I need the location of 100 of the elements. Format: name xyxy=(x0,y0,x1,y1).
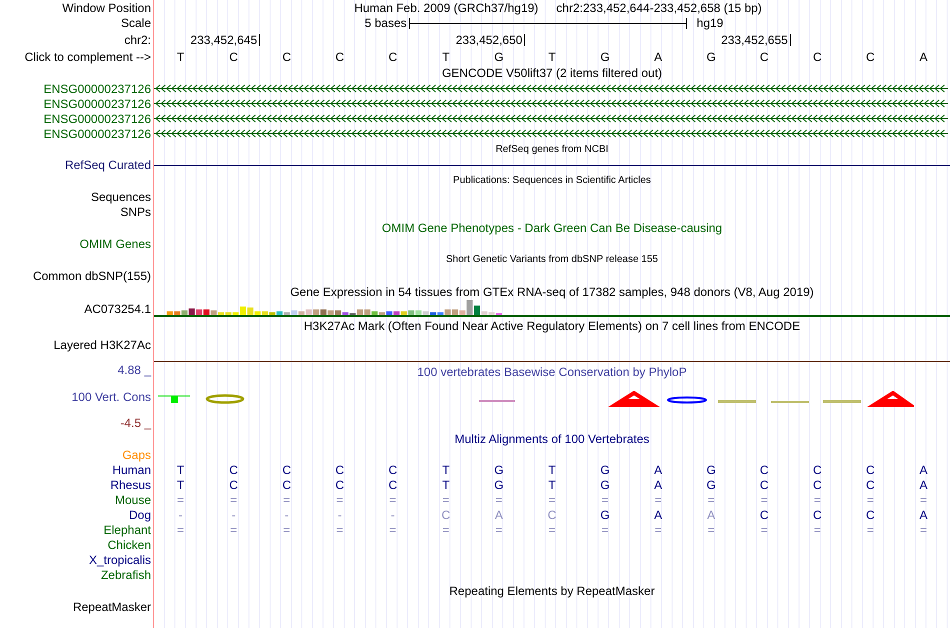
base-letter[interactable]: A xyxy=(632,50,685,64)
aligned-base: A xyxy=(653,462,664,476)
base-letter[interactable]: T xyxy=(154,50,208,64)
base-letter[interactable]: C xyxy=(260,50,314,64)
aligned-base: C xyxy=(440,508,452,522)
track-label[interactable]: Human xyxy=(112,462,151,476)
base-letter[interactable]: C xyxy=(738,50,791,64)
aligned-base: C xyxy=(334,462,346,476)
track-title: RefSeq genes from NCBI xyxy=(496,142,608,156)
track-label[interactable]: AC073254.1 xyxy=(84,302,151,316)
aligned-base: = xyxy=(229,492,238,506)
base-letter[interactable]: C xyxy=(207,50,260,64)
track-label[interactable]: Zebrafish xyxy=(100,568,151,582)
aligned-base: = xyxy=(176,492,186,506)
track-label[interactable]: RefSeq Curated xyxy=(64,158,151,172)
gene-model-drawing[interactable] xyxy=(154,129,948,138)
scale-bar-icon xyxy=(408,18,687,28)
track-label[interactable]: X_tropicalis xyxy=(88,552,151,566)
aligned-base: C xyxy=(758,508,770,522)
track-label[interactable]: Mouse xyxy=(114,492,151,506)
track-label[interactable]: ENSG00000237126 xyxy=(44,112,151,126)
aligned-base: = xyxy=(229,522,238,536)
aligned-base: A xyxy=(706,508,716,522)
aligned-base: = xyxy=(866,522,875,536)
aligned-base: C xyxy=(812,508,823,522)
track-label[interactable]: Click to complement --> xyxy=(24,50,151,64)
base-letter[interactable]: G xyxy=(472,50,526,64)
aligned-base: T xyxy=(547,478,557,492)
gene-model-drawing[interactable] xyxy=(154,114,948,123)
gene-line[interactable] xyxy=(154,164,950,166)
aligned-base: G xyxy=(706,478,717,492)
aligned-base: = xyxy=(654,492,663,506)
aligned-base: A xyxy=(918,508,928,522)
gene-model-drawing[interactable] xyxy=(154,99,948,108)
track-label[interactable]: Elephant xyxy=(104,522,151,536)
aligned-base: C xyxy=(865,478,876,492)
aligned-base: - xyxy=(336,508,343,522)
track-label[interactable]: Dog xyxy=(128,508,151,522)
aligned-base: = xyxy=(547,492,556,506)
aligned-base: T xyxy=(547,462,557,476)
base-letter[interactable]: G xyxy=(578,50,632,64)
track-label[interactable]: Chicken xyxy=(108,538,151,552)
aligned-base: G xyxy=(599,508,611,522)
track-title: GENCODE V50lift37 (2 items filtered out) xyxy=(442,66,662,80)
base-letter[interactable]: A xyxy=(896,50,950,64)
aligned-base: = xyxy=(388,492,398,506)
track-label[interactable]: ENSG00000237126 xyxy=(44,126,151,140)
track-label[interactable]: ENSG00000237126 xyxy=(44,82,151,96)
aligned-base: T xyxy=(441,478,451,492)
aligned-base: = xyxy=(812,522,822,536)
aligned-base: A xyxy=(918,478,928,492)
base-letter[interactable]: C xyxy=(366,50,420,64)
base-letter[interactable]: C xyxy=(790,50,844,64)
aligned-base: C xyxy=(758,478,770,492)
track-label[interactable]: ENSG00000237126 xyxy=(44,96,151,110)
aligned-base: A xyxy=(653,478,664,492)
aligned-base: G xyxy=(493,462,505,476)
base-letter[interactable]: G xyxy=(684,50,738,64)
aligned-base: - xyxy=(178,508,184,522)
track-label[interactable]: RepeatMasker xyxy=(72,600,151,614)
aligned-base: = xyxy=(600,522,610,536)
aligned-base: C xyxy=(228,462,239,476)
aligned-base: = xyxy=(176,522,186,536)
aligned-base: C xyxy=(812,478,823,492)
track-title: Publications: Sequences in Scientific Articles xyxy=(453,174,651,188)
aligned-base: = xyxy=(812,492,822,506)
gene-model-drawing[interactable] xyxy=(154,84,948,93)
aligned-base: C xyxy=(865,508,876,522)
aligned-base: = xyxy=(282,492,292,506)
track-label[interactable]: Scale xyxy=(120,16,151,30)
aligned-base: - xyxy=(284,508,290,522)
axis-max-label: 4.88 _ xyxy=(118,363,151,377)
position-text: chr2:233,452,644-233,452,658 (15 bp) xyxy=(556,0,762,14)
aligned-base: G xyxy=(493,478,505,492)
track-title: Repeating Elements by RepeatMasker xyxy=(449,584,655,598)
aligned-base: = xyxy=(760,522,769,536)
aligned-base: G xyxy=(599,462,611,476)
track-label[interactable]: OMIM Genes xyxy=(80,236,151,250)
base-letter[interactable]: T xyxy=(419,50,472,64)
track-label[interactable]: Sequences xyxy=(90,190,151,204)
base-letter[interactable]: C xyxy=(313,50,366,64)
track-label[interactable]: 100 Vert. Cons xyxy=(72,390,151,404)
aligned-base: = xyxy=(706,522,716,536)
aligned-base: = xyxy=(654,522,663,536)
track-label[interactable]: Window Position xyxy=(62,0,151,14)
aligned-base: = xyxy=(335,492,344,506)
track-label[interactable]: Rhesus xyxy=(110,478,151,492)
track-title: 100 vertebrates Basewise Conservation by PhyloP xyxy=(417,365,687,379)
track-label[interactable]: chr2: xyxy=(124,33,151,47)
aligned-base: C xyxy=(281,478,292,492)
aligned-base: C xyxy=(387,478,398,492)
aligned-base: = xyxy=(441,522,450,536)
track-label[interactable]: Layered H3K27Ac xyxy=(54,338,151,352)
base-letter[interactable]: C xyxy=(844,50,897,64)
track-label[interactable]: SNPs xyxy=(120,204,151,218)
aligned-base: = xyxy=(388,522,398,536)
aligned-base: T xyxy=(176,462,186,476)
aligned-base: C xyxy=(812,462,823,476)
track-label[interactable]: Common dbSNP(155) xyxy=(32,268,151,282)
base-letter[interactable]: T xyxy=(525,50,579,64)
